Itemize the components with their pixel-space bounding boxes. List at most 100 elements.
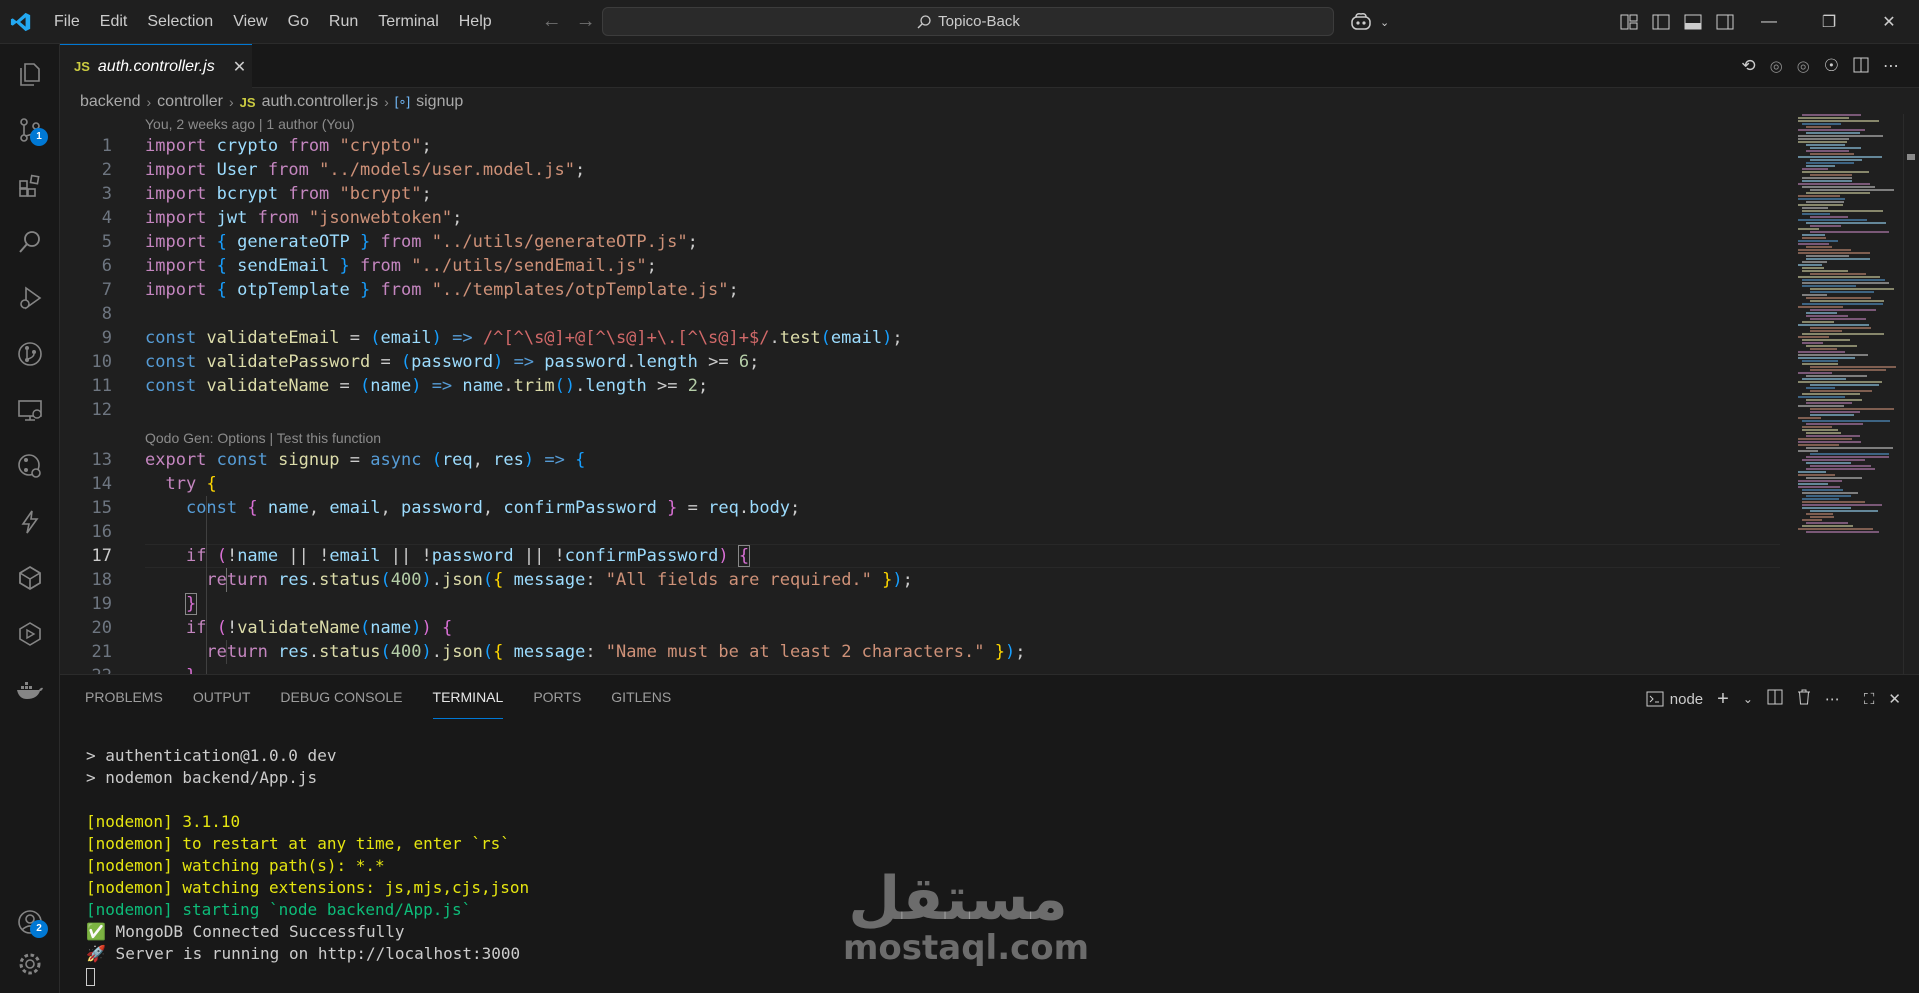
tab-terminal[interactable]: TERMINAL <box>432 689 504 719</box>
live-preview-icon[interactable] <box>0 606 60 662</box>
copilot-menu[interactable]: ⌄ <box>1350 0 1389 44</box>
docker-icon[interactable] <box>0 662 60 718</box>
split-terminal-icon[interactable] <box>1767 689 1783 709</box>
minimap-line <box>1810 369 1886 371</box>
minimap-line <box>1810 273 1866 275</box>
new-terminal-icon[interactable]: + <box>1717 688 1729 711</box>
menu-view[interactable]: View <box>223 0 277 44</box>
tab-gitlens[interactable]: GITLENS <box>611 689 671 719</box>
javascript-file-icon: JS <box>74 59 90 74</box>
settings-gear-icon[interactable] <box>0 936 60 992</box>
command-center-search[interactable]: Topico-Back <box>602 7 1334 36</box>
minimap-line <box>1798 141 1847 143</box>
minimize-icon[interactable]: — <box>1739 0 1799 44</box>
minimap-line <box>1802 378 1846 380</box>
line-number: 6 <box>101 256 112 276</box>
menu-file[interactable]: File <box>42 0 90 44</box>
minimap-line <box>1802 498 1839 500</box>
source-control-icon[interactable]: 1 <box>0 102 60 158</box>
editor-scrollbar[interactable] <box>1903 114 1917 674</box>
trash-icon[interactable] <box>1797 689 1811 709</box>
minimap-line <box>1810 414 1854 416</box>
breadcrumb: backend › controller › JS auth.controlle… <box>80 90 463 114</box>
code-editor[interactable]: You, 2 weeks ago | 1 author (You) 1 impo… <box>60 114 1919 674</box>
previous-change-icon[interactable]: ◎ <box>1770 57 1783 75</box>
restore-icon[interactable]: ❐ <box>1799 0 1859 44</box>
close-window-icon[interactable]: ✕ <box>1859 0 1919 44</box>
code-line-current: 17 if (!name || !email || !password || !… <box>60 544 1780 568</box>
toggle-secondary-sidebar-icon[interactable] <box>1716 14 1734 30</box>
git-graph-icon[interactable] <box>0 438 60 494</box>
toggle-panel-icon[interactable] <box>1684 14 1702 30</box>
breadcrumb-controller[interactable]: controller <box>157 93 223 111</box>
minimap-line <box>1802 489 1843 491</box>
gitlens-inspect-icon[interactable]: ☉ <box>1824 56 1839 76</box>
minimap-line <box>1798 351 1845 353</box>
menu-help[interactable]: Help <box>449 0 502 44</box>
menu-run[interactable]: Run <box>319 0 368 44</box>
indent-guide-active <box>226 568 227 592</box>
minimap-line <box>1806 462 1851 464</box>
codesandbox-icon[interactable] <box>0 550 60 606</box>
close-panel-icon[interactable]: ✕ <box>1888 690 1901 708</box>
tab-debug-console[interactable]: DEBUG CONSOLE <box>280 689 402 719</box>
minimap-line <box>1798 276 1880 278</box>
menu-terminal[interactable]: Terminal <box>368 0 448 44</box>
gitlens-icon[interactable] <box>0 326 60 382</box>
scroll-marker <box>1907 154 1915 160</box>
minimap-line <box>1802 342 1823 344</box>
minimap-line <box>1798 219 1867 221</box>
back-arrow-icon[interactable]: ← <box>542 10 562 33</box>
minimap-line <box>1798 195 1840 197</box>
terminal-icon <box>1646 691 1664 707</box>
thunder-client-icon[interactable] <box>0 494 60 550</box>
maximize-panel-icon[interactable]: ⛶ <box>1864 691 1875 708</box>
explorer-icon[interactable] <box>0 46 60 102</box>
minimap-line <box>1810 174 1852 176</box>
extensions-icon[interactable] <box>0 158 60 214</box>
breadcrumb-backend[interactable]: backend <box>80 93 141 111</box>
tab-ports[interactable]: PORTS <box>533 689 581 719</box>
close-tab-icon[interactable]: ✕ <box>233 57 246 77</box>
minimap-line <box>1806 150 1849 152</box>
line-number: 8 <box>101 304 112 324</box>
tab-auth-controller[interactable]: JS auth.controller.js ✕ <box>60 44 252 88</box>
minimap-line <box>1806 312 1837 314</box>
qodo-codelens[interactable]: Qodo Gen: Options | Test this function <box>145 430 381 446</box>
breadcrumb-signup[interactable]: signup <box>416 93 463 111</box>
split-editor-icon[interactable] <box>1853 57 1869 76</box>
line-number: 5 <box>101 232 112 252</box>
customize-layout-icon[interactable] <box>1620 14 1638 30</box>
copilot-icon <box>1351 13 1371 30</box>
minimap-line <box>1798 129 1865 131</box>
open-changes-icon[interactable]: ⟲ <box>1741 56 1755 76</box>
more-actions-icon[interactable]: ⋯ <box>1883 56 1899 76</box>
menu-go[interactable]: Go <box>278 0 319 44</box>
remote-explorer-icon[interactable] <box>0 382 60 438</box>
run-debug-icon[interactable] <box>0 270 60 326</box>
minimap-line <box>1802 168 1828 170</box>
line-number: 7 <box>101 280 112 300</box>
minimap-line <box>1810 288 1894 290</box>
chevron-right-icon: › <box>146 94 152 110</box>
search-sidebar-icon[interactable] <box>0 214 60 270</box>
more-actions-icon[interactable]: ⋯ <box>1825 690 1840 708</box>
minimap[interactable] <box>1790 114 1910 554</box>
breadcrumb-file[interactable]: auth.controller.js <box>262 93 379 111</box>
terminal-output[interactable]: > authentication@1.0.0 dev > nodemon back… <box>86 745 529 987</box>
next-change-icon[interactable]: ◎ <box>1797 57 1810 75</box>
line-number: 13 <box>91 450 112 470</box>
minimap-line <box>1810 189 1894 191</box>
minimap-line <box>1798 480 1842 482</box>
terminal-selector[interactable]: node <box>1646 691 1703 708</box>
code-line: 9 const validateEmail = (email) => /^[^\… <box>60 326 1780 350</box>
chevron-down-icon[interactable]: ⌄ <box>1743 692 1753 706</box>
menu-edit[interactable]: Edit <box>90 0 138 44</box>
tab-output[interactable]: OUTPUT <box>193 689 251 719</box>
git-blame-codelens[interactable]: You, 2 weeks ago | 1 author (You) <box>145 116 355 132</box>
toggle-primary-sidebar-icon[interactable] <box>1652 14 1670 30</box>
tab-problems[interactable]: PROBLEMS <box>85 689 163 719</box>
minimap-line <box>1810 231 1889 233</box>
menu-selection[interactable]: Selection <box>137 0 223 44</box>
forward-arrow-icon[interactable]: → <box>576 10 596 33</box>
